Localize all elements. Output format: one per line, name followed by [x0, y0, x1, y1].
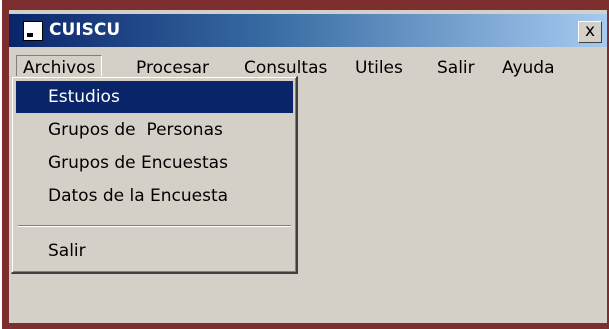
menu-item-salir[interactable]: Salir	[16, 235, 293, 267]
menu-utiles[interactable]: Utiles	[355, 55, 403, 81]
menu-item-estudios[interactable]: Estudios	[16, 81, 293, 113]
window-title: CUISCU	[49, 20, 121, 40]
app-document-icon	[23, 21, 43, 41]
menu-ayuda[interactable]: Ayuda	[502, 55, 555, 81]
menu-item-grupos-de-encuestas[interactable]: Grupos de Encuestas	[16, 147, 293, 179]
menu-salir[interactable]: Salir	[437, 55, 475, 81]
title-bar[interactable]: CUISCU x	[9, 14, 607, 47]
close-button[interactable]: x	[578, 21, 602, 43]
archivos-dropdown-menu: Estudios Grupos de Personas Grupos de En…	[11, 76, 298, 274]
menu-item-grupos-de-personas[interactable]: Grupos de Personas	[16, 114, 293, 146]
menu-item-datos-de-la-encuesta[interactable]: Datos de la Encuesta	[16, 180, 293, 212]
menu-separator	[18, 225, 291, 227]
